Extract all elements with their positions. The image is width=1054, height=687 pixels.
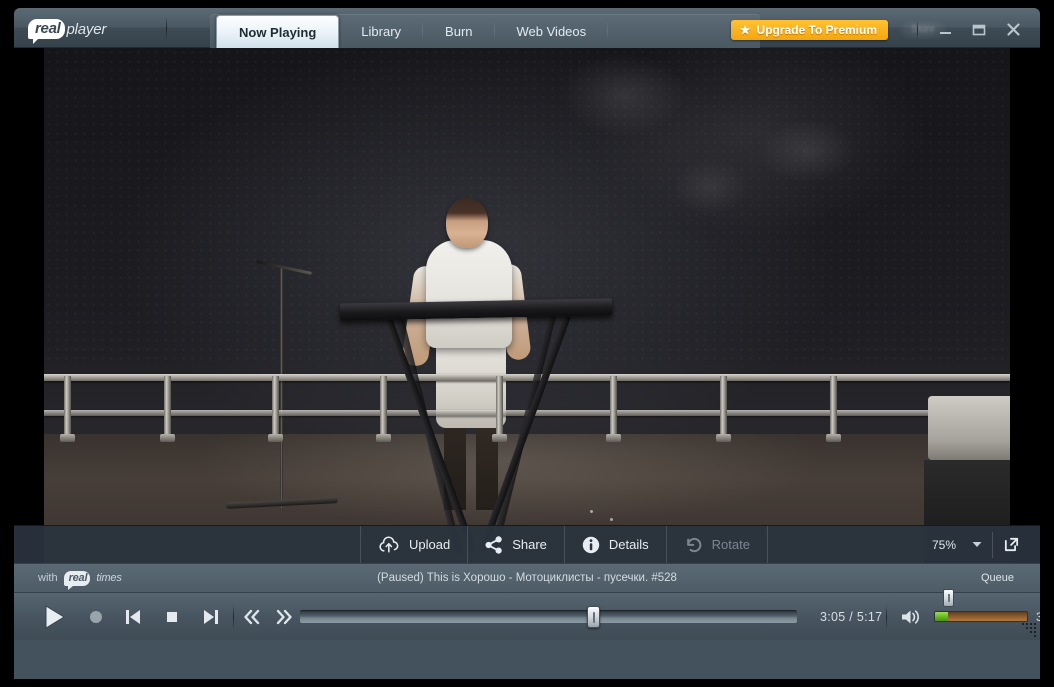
- railing-post: [830, 376, 837, 438]
- close-button[interactable]: [996, 18, 1030, 40]
- stop-button[interactable]: [164, 609, 180, 625]
- video-viewport[interactable]: Upload Share Details Rotate 75%: [14, 48, 1040, 563]
- close-icon: [1006, 22, 1021, 37]
- railing-post: [496, 376, 503, 438]
- light-speck: [610, 518, 613, 521]
- media-toolbar-right: 75%: [920, 526, 1030, 564]
- volume-percent-label: 38%: [1036, 609, 1040, 624]
- record-icon: [88, 609, 104, 625]
- fast-forward-icon: [274, 608, 294, 626]
- seek-slider-handle[interactable]: [587, 606, 601, 628]
- railing-post: [64, 376, 71, 438]
- railing-post: [164, 376, 171, 438]
- railing-foot: [606, 434, 621, 442]
- volume-slider-fill: [935, 612, 949, 621]
- details-button[interactable]: Details: [563, 525, 666, 563]
- railing-foot: [268, 434, 283, 442]
- fast-forward-button[interactable]: [274, 608, 294, 626]
- window-controls: [928, 18, 1030, 40]
- railing-post: [272, 376, 279, 438]
- upgrade-to-premium-button[interactable]: ★ Upgrade To Premium: [730, 20, 888, 40]
- rewind-icon: [242, 608, 262, 626]
- transport-divider: [233, 603, 234, 630]
- person-head: [446, 198, 488, 248]
- light-speck: [590, 510, 593, 513]
- zoom-level-dropdown[interactable]: 75%: [920, 531, 993, 558]
- next-track-icon: [202, 607, 220, 627]
- realplayer-logo: real player: [28, 18, 107, 44]
- share-button[interactable]: Share: [467, 525, 564, 563]
- share-label: Share: [512, 537, 547, 552]
- rewind-button[interactable]: [242, 608, 262, 626]
- stage-amp-top: [928, 396, 1010, 460]
- transport-divider-2: [886, 603, 887, 630]
- rotate-button[interactable]: Rotate: [665, 525, 768, 563]
- previous-track-icon: [124, 607, 142, 627]
- upload-label: Upload: [409, 537, 451, 552]
- mute-button[interactable]: [900, 608, 922, 626]
- railing-post: [720, 376, 727, 438]
- fullscreen-button[interactable]: [993, 536, 1030, 553]
- tab-web-videos[interactable]: Web Videos: [495, 14, 609, 48]
- tab-strip: Now Playing Library Burn Web Videos: [216, 14, 608, 48]
- maximize-icon: [972, 23, 986, 36]
- previous-track-button[interactable]: [124, 607, 142, 627]
- realplayer-window: real player Now Playing Library Burn Web…: [14, 8, 1040, 679]
- transport-bar: 3:05 / 5:17 38%: [14, 589, 1040, 640]
- upgrade-label: Upgrade To Premium: [756, 23, 877, 37]
- rotate-label: Rotate: [711, 537, 750, 552]
- zoom-level-value: 75%: [931, 537, 956, 552]
- railing-post: [380, 376, 387, 438]
- railing-foot: [716, 434, 731, 442]
- record-button[interactable]: [88, 609, 104, 625]
- time-display: 3:05 / 5:17: [820, 609, 883, 624]
- railing-top-bar: [44, 374, 1010, 381]
- upload-button[interactable]: Upload: [360, 525, 467, 563]
- queue-button[interactable]: Queue: [981, 572, 1014, 584]
- stop-icon: [164, 609, 180, 625]
- person-torso: [426, 240, 512, 348]
- railing-foot: [492, 434, 507, 442]
- chevron-down-icon: [972, 541, 982, 548]
- now-playing-title: (Paused) This is Хорошо - Мотоциклисты -…: [377, 572, 677, 584]
- next-track-button[interactable]: [202, 607, 220, 627]
- tab-burn[interactable]: Burn: [423, 14, 495, 48]
- title-bar: real player Now Playing Library Burn Web…: [14, 8, 1040, 48]
- speaker-icon: [900, 608, 922, 626]
- railing-post: [610, 376, 617, 438]
- rotate-ccw-icon: [684, 536, 703, 554]
- share-nodes-icon: [485, 535, 503, 554]
- info-circle-icon: [582, 536, 600, 554]
- expand-external-icon: [1003, 536, 1020, 553]
- star-icon: ★: [739, 23, 751, 37]
- now-playing-info-strip: with real times (Paused) This is Хорошо …: [14, 563, 1040, 593]
- logo-speech-bubble: real: [28, 19, 65, 44]
- window-controls-divider: [917, 20, 918, 40]
- video-frame[interactable]: [44, 48, 1010, 563]
- volume-slider[interactable]: [934, 611, 1028, 622]
- minimize-button[interactable]: [928, 18, 962, 40]
- railing-foot: [60, 434, 75, 442]
- play-icon: [40, 603, 68, 631]
- play-button[interactable]: [40, 603, 68, 631]
- cloud-upload-icon: [378, 536, 400, 554]
- seek-slider[interactable]: [300, 606, 797, 628]
- maximize-button[interactable]: [962, 18, 996, 40]
- logo-player-text: player: [66, 20, 107, 38]
- tab-library[interactable]: Library: [339, 14, 423, 48]
- railing-foot: [826, 434, 841, 442]
- railing-foot: [160, 434, 175, 442]
- details-label: Details: [608, 537, 649, 552]
- railing-foot: [376, 434, 391, 442]
- minimize-icon: [939, 23, 952, 36]
- media-toolbar: Upload Share Details Rotate 75%: [14, 525, 1040, 563]
- media-toolbar-actions: Upload Share Details Rotate: [360, 525, 768, 563]
- volume-slider-handle[interactable]: [943, 589, 955, 607]
- logo-divider: [166, 16, 167, 40]
- tab-now-playing[interactable]: Now Playing: [216, 15, 340, 48]
- resize-grip-icon[interactable]: [1018, 619, 1036, 637]
